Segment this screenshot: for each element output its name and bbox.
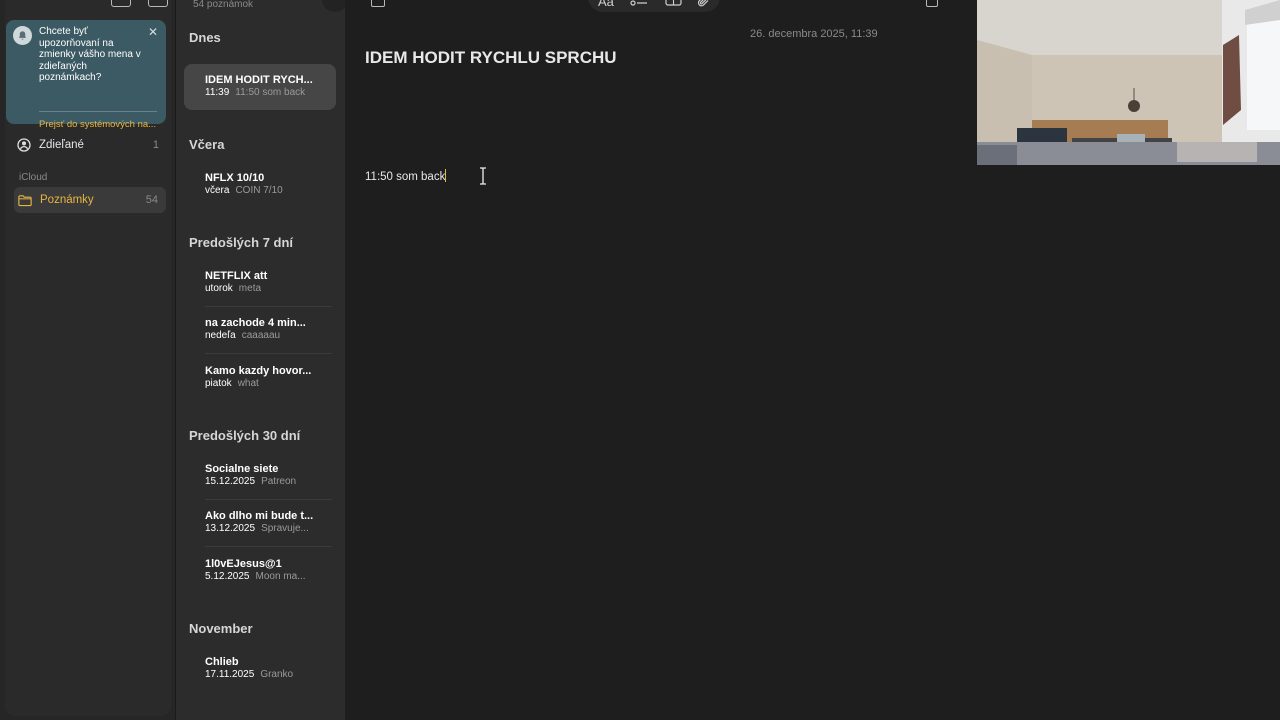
- folder-icon: [18, 193, 32, 207]
- note-heading[interactable]: IDEM HODIT RYCHLU SPRCHU: [365, 48, 617, 68]
- note-meta: utorok meta: [205, 283, 325, 294]
- note-meta: 11:39 11:50 som back: [205, 87, 325, 98]
- note-meta: 15.12.2025 Patreon: [205, 476, 325, 487]
- note-title: Kamo kazdy hovor...: [205, 365, 312, 377]
- note-item[interactable]: 1l0vEJesus@1 5.12.2025 Moon ma...: [184, 548, 336, 594]
- camera-preview: [977, 0, 1280, 165]
- note-meta: 17.11.2025 Granko: [205, 669, 325, 680]
- note-title: Chlieb: [205, 656, 239, 668]
- note-date: 13.12.2025: [205, 523, 256, 534]
- new-note-icon[interactable]: [371, 0, 385, 7]
- group-header-yesterday: Včera: [189, 137, 225, 152]
- sidebar-item-notes-folder[interactable]: Poznámky 54: [14, 187, 166, 213]
- note-body-text: 11:50 som back: [365, 171, 446, 183]
- note-date: včera: [205, 185, 230, 196]
- note-item[interactable]: Kamo kazdy hovor... piatok what: [184, 355, 336, 401]
- note-preview: Spravuje...: [261, 523, 309, 534]
- sidebar-toggle-icon[interactable]: [111, 0, 131, 7]
- ibeam-cursor-icon: [479, 167, 487, 190]
- sidebar-item-shared[interactable]: Zdieľané 1: [17, 133, 167, 157]
- note-preview: COIN 7/10: [235, 185, 283, 196]
- group-header-previous-7-days: Predošlých 7 dní: [189, 235, 294, 250]
- icloud-section-header: iCloud: [19, 172, 48, 183]
- note-title: IDEM HODIT RYCH...: [205, 74, 313, 86]
- sidebar-item-label: Zdieľané: [39, 139, 84, 151]
- note-date-header: 26. decembra 2025, 11:39: [750, 28, 878, 40]
- note-preview: Moon ma...: [255, 571, 306, 582]
- checklist-icon[interactable]: [630, 0, 648, 9]
- note-body[interactable]: 11:50 som back: [365, 169, 447, 183]
- note-preview: 11:50 som back: [235, 87, 306, 98]
- system-settings-link[interactable]: Prejsť do systémových na...: [39, 119, 156, 130]
- close-icon[interactable]: ✕: [148, 25, 158, 39]
- note-separator: [205, 353, 332, 354]
- note-meta: piatok what: [205, 378, 325, 389]
- group-header-previous-30-days: Predošlých 30 dní: [189, 428, 301, 443]
- note-date: 11:39: [205, 87, 230, 98]
- note-meta: 5.12.2025 Moon ma...: [205, 571, 325, 582]
- sidebar-item-label: Poznámky: [40, 194, 94, 206]
- folder-count: 54: [145, 194, 158, 206]
- gallery-view-icon[interactable]: [148, 0, 168, 7]
- note-title: NETFLIX att: [205, 270, 268, 282]
- notes-list: 54 poznámok Dnes IDEM HODIT RYCH... 11:3…: [175, 0, 348, 720]
- note-preview: caaaaau: [241, 330, 281, 341]
- mentions-notification: Chcete byť upozorňovaní na zmienky vášho…: [6, 20, 166, 130]
- group-header-today: Dnes: [189, 30, 221, 45]
- note-meta: 13.12.2025 Spravuje...: [205, 523, 325, 534]
- notification-text: Chcete byť upozorňovaní na zmienky vášho…: [39, 26, 141, 84]
- note-title: Socialne siete: [205, 463, 279, 475]
- note-meta: nedeľa caaaaau: [205, 330, 325, 341]
- note-date: nedeľa: [205, 330, 236, 341]
- note-preview: meta: [238, 283, 262, 294]
- note-item[interactable]: Socialne siete 15.12.2025 Patreon: [184, 453, 336, 500]
- note-item[interactable]: Ako dlho mi bude t... 13.12.2025 Spravuje…: [184, 500, 336, 547]
- note-date: 17.11.2025: [205, 669, 255, 680]
- note-preview: Patreon: [261, 476, 297, 487]
- note-preview: what: [237, 378, 259, 389]
- notes-count: 54 poznámok: [193, 0, 254, 10]
- note-separator: [205, 546, 332, 547]
- note-meta: včera COIN 7/10: [205, 185, 325, 196]
- table-icon[interactable]: [665, 0, 682, 9]
- note-date: piatok: [205, 378, 232, 389]
- note-item[interactable]: NETFLIX att utorok meta: [184, 260, 336, 307]
- sidebar: Chcete byť upozorňovaní na zmienky vášho…: [0, 0, 175, 720]
- note-item[interactable]: NFLX 10/10 včera COIN 7/10: [184, 162, 336, 208]
- note-title: 1l0vEJesus@1: [205, 558, 282, 570]
- notification-divider: [39, 111, 157, 112]
- note-item[interactable]: IDEM HODIT RYCH... 11:39 11:50 som back: [184, 64, 336, 110]
- note-preview: Granko: [260, 669, 294, 680]
- note-item[interactable]: na zachode 4 min... nedeľa caaaaau: [184, 307, 336, 354]
- note-title: NFLX 10/10: [205, 172, 265, 184]
- text-caret: [445, 169, 447, 182]
- note-title: Ako dlho mi bude t...: [205, 510, 314, 522]
- attachment-icon[interactable]: [697, 0, 711, 11]
- note-item[interactable]: Chlieb 17.11.2025 Granko: [184, 646, 336, 692]
- person-circle-icon: [17, 138, 31, 152]
- group-header-november: November: [189, 621, 253, 636]
- room-image: [977, 0, 1280, 165]
- note-date: 5.12.2025: [205, 571, 250, 582]
- shared-count: 1: [152, 139, 159, 151]
- note-title: na zachode 4 min...: [205, 317, 306, 329]
- bell-icon: [13, 26, 32, 45]
- format-text-icon[interactable]: Aa: [598, 0, 614, 9]
- lock-icon[interactable]: [926, 0, 938, 7]
- note-date: utorok: [205, 283, 233, 294]
- note-date: 15.12.2025: [205, 476, 256, 487]
